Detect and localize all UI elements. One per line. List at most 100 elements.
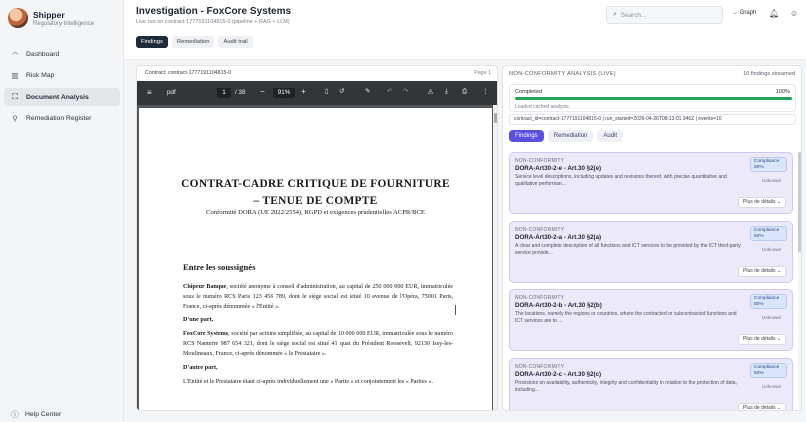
text-cursor	[455, 305, 456, 315]
finding-card[interactable]: NON-CONFORMITY DORA-Art30-2-b - Art.30 §…	[509, 289, 793, 351]
findings-scroll-thumb[interactable]	[798, 152, 801, 252]
brand-subtitle: Regulatory Intelligence	[33, 20, 95, 27]
download-icon[interactable]: ⤓	[445, 88, 448, 96]
more-options-icon[interactable]: ⋮	[482, 88, 488, 95]
page-header: Investigation - FoxCore Systems Live run…	[124, 0, 806, 60]
document-viewer-panel: Contract: contract-1777191104815-0 Page …	[136, 65, 498, 411]
zoom-in-icon[interactable]: +	[301, 87, 306, 96]
finding-status: Unknown	[762, 383, 782, 389]
zoom-level-input[interactable]: 91%	[273, 88, 295, 98]
pdf-scrollbar[interactable]	[493, 105, 497, 410]
help-center-label: Help Center	[25, 411, 62, 418]
finding-status: Unknown	[762, 178, 782, 183]
doc-closing-paragraph: L'Entité et le Prestataire étant ci-aprè…	[183, 379, 434, 385]
finding-card[interactable]: NON-CONFORMITY DORA-Art30-2-a - Art.30 §…	[509, 220, 793, 283]
finding-code: DORA-Art30-2-b - Art.30 §2(b)	[515, 302, 602, 309]
tab-audit-trail[interactable]: Audit trail	[218, 36, 253, 48]
map-icon: ▥	[11, 71, 19, 80]
page-indicator: Page 1	[474, 70, 491, 76]
pdf-toolbar: ≡ pdf 1 / 38 − 91% + ▯ ↺ ✎ ↶ ↷ ◬ ⤓ ⎙ ⋮	[137, 81, 497, 105]
details-button[interactable]: Plus de détails ⌄	[738, 402, 787, 411]
help-icon: ⓘ	[11, 410, 19, 419]
findings-list: NON-CONFORMITY DORA-Art30-2-e - Art.30 §…	[509, 152, 793, 411]
sidebar: Shipper Regulatory Intelligence ◠ Dashbo…	[0, 0, 124, 422]
finding-description: Service level descriptions, including up…	[515, 174, 727, 187]
document-scan-icon: ⛶	[12, 92, 18, 101]
progress-bar	[515, 97, 792, 100]
doc-part1: D'une part,	[183, 316, 214, 323]
menu-icon[interactable]: ≡	[147, 88, 152, 97]
sidebar-item-label: Risk Map	[26, 72, 55, 79]
finding-description: Provisions on availability, authenticity…	[515, 379, 737, 393]
tab-audit[interactable]: Audit	[597, 130, 624, 142]
analysis-panel: NON-CONFORMITY ANALYSIS (LIVE) 10 findin…	[502, 65, 802, 411]
sidebar-item-document-analysis[interactable]: ⛶ Document Analysis	[4, 88, 120, 106]
chevron-down-icon: ⌄	[776, 199, 782, 205]
finding-card[interactable]: NON-CONFORMITY DORA-Art30-2-c - Art.30 §…	[509, 357, 793, 411]
chevron-down-icon: ⌄	[776, 404, 782, 411]
finding-tag: NON-CONFORMITY	[515, 158, 565, 164]
brand-name: Shipper	[33, 9, 65, 20]
user-icon[interactable]: ☺	[790, 9, 798, 18]
pdf-canvas[interactable]: CONTRAT-CADRE CRITIQUE DE FOURNITURE – T…	[137, 105, 497, 410]
finding-status: Unknown	[762, 246, 782, 252]
help-center-link[interactable]: ⓘ Help Center	[10, 409, 61, 420]
sidebar-item-risk-map[interactable]: ▥ Risk Map	[4, 67, 120, 85]
dashboard-icon: ◠	[11, 49, 19, 59]
page-title: Investigation - FoxCore Systems	[136, 6, 292, 17]
sidebar-nav: ◠ Dashboard ▥ Risk Map ⛶ Document Analys…	[4, 45, 120, 131]
pdf-scroll-thumb[interactable]	[494, 113, 497, 123]
compliance-badge: Compliance 50%	[750, 294, 787, 309]
search-icon: ⌕	[613, 11, 617, 18]
doc-party1-paragraph: Chipeur Banque, société anonyme à consei…	[183, 284, 453, 311]
avatar	[8, 8, 28, 28]
sidebar-item-dashboard[interactable]: ◠ Dashboard	[4, 45, 120, 63]
redo-icon[interactable]: ↷	[403, 88, 408, 95]
compliance-badge: Compliance 50%	[750, 362, 787, 378]
finding-tag: NON-CONFORMITY	[515, 363, 565, 370]
search-input[interactable]: ⌕ Search...	[606, 6, 723, 24]
arrow-right-icon: →	[732, 10, 740, 16]
finding-code: DORA-Art30-2-c - Art.30 §2(c)	[515, 370, 602, 378]
details-button[interactable]: Plus de détails ⌄	[738, 197, 787, 208]
undo-icon[interactable]: ↶	[387, 88, 392, 95]
tab-remediation[interactable]: Remediation	[547, 130, 594, 142]
details-button[interactable]: Plus de détails ⌄	[738, 265, 787, 277]
status-note: Loaded cached analysis.	[515, 104, 571, 110]
pdf-page: CONTRAT-CADRE CRITIQUE DE FOURNITURE – T…	[139, 108, 492, 410]
graph-button[interactable]: → Graph	[732, 10, 756, 16]
tab-remediation[interactable]: Remediation	[171, 36, 215, 48]
header-tabs: Findings Remediation Audit trail	[136, 36, 257, 48]
zoom-out-icon[interactable]: −	[260, 87, 265, 96]
annotate-icon[interactable]: ✎	[365, 88, 370, 95]
print-icon[interactable]: ⎙	[462, 88, 467, 96]
finding-description: A clear and complete description of all …	[515, 242, 741, 256]
finding-description: The locations, namely the regions or cou…	[515, 311, 737, 324]
progress-fill	[515, 97, 792, 100]
sidebar-item-label: Remediation Register	[26, 115, 92, 122]
sidebar-item-remediation-register[interactable]: ⚲ Remediation Register	[4, 110, 120, 128]
search-placeholder: Search...	[620, 11, 647, 19]
status-box: Completed 100% Loaded cached analysis.	[509, 84, 796, 112]
details-button[interactable]: Plus de détails ⌄	[738, 334, 787, 345]
pdf-file-name: pdf	[167, 89, 176, 96]
finding-code: DORA-Art30-2-e - Art.30 §2(e)	[515, 165, 602, 172]
contract-label: Contract: contract-1777191104815-0	[145, 70, 232, 76]
brand[interactable]: Shipper Regulatory Intelligence	[8, 8, 94, 28]
doc-section-title: Entre les soussignés	[183, 262, 256, 272]
finding-card[interactable]: NON-CONFORMITY DORA-Art30-2-e - Art.30 §…	[509, 152, 793, 214]
fit-page-icon[interactable]: ▯	[325, 88, 328, 95]
findings-scrollbar[interactable]	[798, 152, 801, 410]
run-info: contract_id=contract-1777191104815-0 | r…	[509, 114, 796, 125]
highlight-icon[interactable]: ◬	[428, 88, 433, 95]
finding-tag: NON-CONFORMITY	[515, 295, 565, 301]
tab-findings[interactable]: Findings	[509, 130, 544, 142]
sidebar-item-label: Dashboard	[26, 50, 60, 58]
doc-part2: D'autre part,	[183, 364, 218, 371]
rotate-icon[interactable]: ↺	[339, 88, 344, 95]
compliance-badge: Compliance 50%	[750, 157, 787, 172]
tab-findings[interactable]: Findings	[136, 36, 168, 48]
bell-icon[interactable]: 🔔︎	[769, 9, 779, 18]
page-number-input[interactable]: 1	[217, 88, 231, 98]
status-label: Completed	[515, 89, 543, 95]
